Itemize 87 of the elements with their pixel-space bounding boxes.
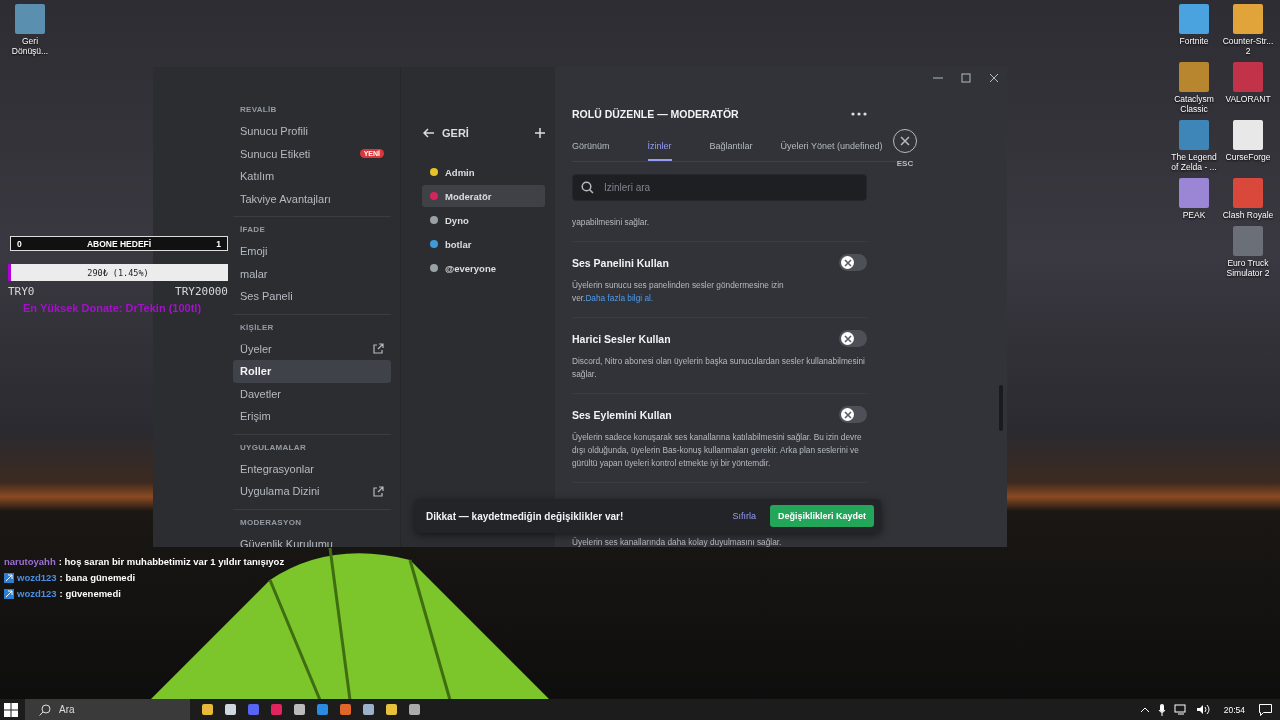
role-item[interactable]: Dyno xyxy=(422,209,545,231)
search-icon xyxy=(39,704,51,716)
section-heading: MODERASYON xyxy=(239,517,303,527)
x-icon xyxy=(843,258,852,267)
permission-description: Üyelerin sunucu ses panelinden sesler göndermesine izin ver.Daha fazla bilgi al. xyxy=(572,279,785,305)
notification-icon[interactable] xyxy=(1259,703,1272,716)
chat-username: wozd123 xyxy=(17,572,57,583)
taskbar-search-field[interactable]: Ara xyxy=(25,699,190,720)
chat-message: : güvenemedi xyxy=(59,588,121,599)
desktop-icon-label[interactable]: Fortnite xyxy=(1179,36,1209,46)
donation-max: TRY20000 xyxy=(175,285,228,298)
maximize-icon[interactable] xyxy=(961,73,971,83)
desktop-icon-label[interactable]: Euro Truck Simulator 2 xyxy=(1222,258,1274,278)
goal-title: ABONE HEDEFİ xyxy=(86,238,152,249)
section-heading: REVALİB xyxy=(239,105,278,114)
learn-more-link[interactable]: Daha fazla bilgi al. xyxy=(585,293,654,303)
permission-toggle[interactable] xyxy=(839,254,867,271)
x-icon xyxy=(843,410,852,419)
plus-icon[interactable] xyxy=(535,128,545,138)
left-arrow-icon xyxy=(423,128,435,138)
volume-icon[interactable] xyxy=(1195,704,1210,715)
sidebar-item[interactable]: Davetler xyxy=(233,382,391,405)
permission-description: Üyelerin ses kanallarında daha kolay duyulmasını sağlar. xyxy=(572,536,783,547)
clock[interactable]: 20:54 xyxy=(1223,704,1245,715)
search-field[interactable]: İzinleri ara xyxy=(572,174,867,201)
sidebar-item[interactable]: malar xyxy=(233,262,391,285)
tab[interactable]: Görünüm xyxy=(572,135,610,161)
close-icon xyxy=(900,136,910,146)
esc-label: ESC xyxy=(896,159,914,168)
tab[interactable]: Üyeleri Yönet (undefined) xyxy=(780,135,883,161)
network-icon[interactable] xyxy=(1173,704,1188,715)
role-item[interactable]: botlar xyxy=(422,233,545,255)
desktop-icon-label[interactable]: Clash Royale xyxy=(1222,210,1274,220)
chevron-up-icon[interactable] xyxy=(1139,706,1150,713)
role-item[interactable]: @everyone xyxy=(422,257,545,279)
permission-description: yapabilmesini sağlar. xyxy=(572,216,651,229)
editor-title: ROLÜ DÜZENLE — MODERATÖR xyxy=(572,108,739,120)
sidebar-item[interactable]: Uygulama Dizini xyxy=(233,480,391,503)
section-heading: İFADE xyxy=(239,225,267,234)
permission-toggle[interactable] xyxy=(839,406,867,423)
permission-toggle[interactable] xyxy=(839,330,867,347)
sidebar-item[interactable]: Üyeler xyxy=(233,337,391,360)
goal-end: 1 xyxy=(216,238,221,249)
section-heading: UYGULAMALAR xyxy=(239,442,307,452)
tab[interactable]: Bağlantılar xyxy=(709,135,753,161)
chat-message: : bana günemedi xyxy=(59,572,136,583)
goal-start: 0 xyxy=(17,238,22,249)
sidebar-item[interactable]: Entegrasyonlar xyxy=(233,457,391,480)
desktop-icon-label[interactable]: Geri Dönüşü... xyxy=(4,36,56,56)
close-icon[interactable] xyxy=(989,73,999,83)
desktop-icon-label[interactable]: Counter-Str... 2 xyxy=(1222,36,1274,56)
permission-description: Discord, Nitro abonesi olan üyelerin başka sunuculardan sesler kullanabilmesini sağlar. xyxy=(572,355,866,381)
desktop-icon-label[interactable]: The Legend of Zelda - ... xyxy=(1168,152,1220,172)
desktop-icon-label[interactable]: Cataclysm Classic xyxy=(1168,94,1220,114)
permission-title: Ses Eylemini Kullan xyxy=(572,408,672,421)
windows-start-icon[interactable] xyxy=(4,702,18,717)
top-donor-text: En Yüksek Donate: DrTekin (100tl) xyxy=(23,302,202,314)
reset-link[interactable]: Sıfırla xyxy=(732,511,756,521)
search-icon xyxy=(581,181,594,194)
role-item[interactable]: Admin xyxy=(422,161,545,183)
more-options-icon[interactable] xyxy=(851,112,867,116)
permission-title: Harici Sesler Kullan xyxy=(572,332,671,345)
permission-description: Üyelerin sadece konuşarak ses kanallarına katılabilmesini sağlar. Bu izin devre dışı olduğunda, üyelerin Bas-konuş kullanmaları gerekir. Arka plan seslerini ve gürültü yapan üyeleri kontrol etmekte iyi bir yöntemdir. xyxy=(572,431,863,470)
notice-message: Dikkat — kaydetmediğin değişiklikler var! xyxy=(426,510,625,522)
desktop-icon-label[interactable]: VALORANT xyxy=(1225,94,1271,104)
permission-title: Ses Panelini Kullan xyxy=(572,256,669,269)
sidebar-item[interactable]: Takviye Avantajları xyxy=(233,187,391,210)
donation-min: TRY0 xyxy=(8,285,35,298)
sidebar-item[interactable]: Ses Paneli xyxy=(233,285,391,308)
section-heading: KİŞİLER xyxy=(239,322,275,332)
desktop-icon-label[interactable]: CurseForge xyxy=(1225,152,1271,162)
tab[interactable]: İzinler xyxy=(647,135,672,161)
sidebar-item[interactable]: Emoji xyxy=(233,240,391,263)
role-item[interactable]: Moderatör xyxy=(422,185,545,207)
sidebar-item[interactable]: Roller xyxy=(233,360,391,383)
chat-username: narutoyahh xyxy=(4,556,56,567)
donation-reading: 290₺ (1.45%) xyxy=(87,267,149,278)
sidebar-item[interactable]: Sunucu Profili xyxy=(233,120,391,143)
chat-message: : hoş saran bir muhabbetimiz var 1 yıldır tanışıyoz xyxy=(58,556,285,567)
desktop-icon-label[interactable]: PEAK xyxy=(1182,210,1206,220)
x-icon xyxy=(843,334,852,343)
microphone-icon[interactable] xyxy=(1157,703,1166,716)
chat-username: wozd123 xyxy=(17,588,57,599)
sidebar-item[interactable]: Güvenlik Kurulumu xyxy=(233,532,391,547)
sidebar-item[interactable]: Erişim xyxy=(233,405,391,428)
sidebar-item[interactable]: Katılım xyxy=(233,165,391,188)
back-button[interactable]: GERİ xyxy=(423,127,469,139)
